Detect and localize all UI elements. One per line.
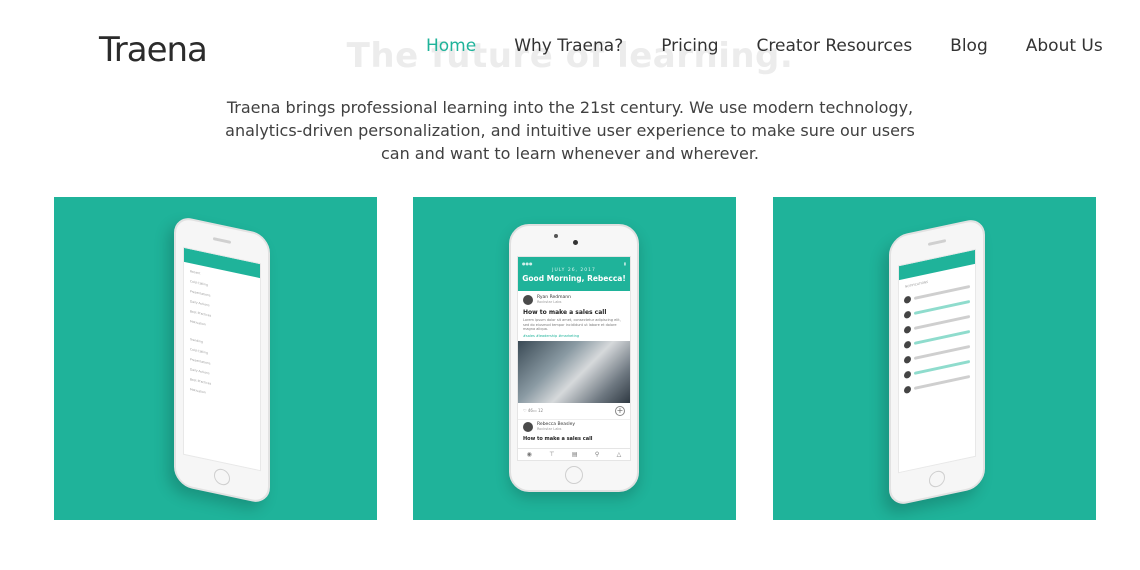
notification-text xyxy=(914,299,970,315)
notification-text xyxy=(914,329,970,345)
avatar xyxy=(904,325,911,335)
avatar xyxy=(523,295,533,305)
phone-mockup-notifications: NOTIFICATIONS xyxy=(889,216,985,508)
notification-text xyxy=(914,344,970,360)
author-name: Rebecca Beasley Rockstar Labs xyxy=(537,422,575,432)
trophy-icon: ⊤ xyxy=(549,451,555,458)
comment-icon: ▭ 12 xyxy=(532,408,544,413)
feed-header: ●●● ▮ JULY 26, 2017 Good Morning, Rebecca… xyxy=(518,257,630,291)
avatar xyxy=(904,295,911,305)
post-photo xyxy=(518,340,630,403)
nav-creator-resources[interactable]: Creator Resources xyxy=(757,36,913,56)
nav-about-us[interactable]: About Us xyxy=(1026,36,1103,56)
camera-icon xyxy=(554,234,558,238)
status-bar: ●●● ▮ xyxy=(522,261,626,266)
phone-screen: ●●● ▮ JULY 26, 2017 Good Morning, Rebecca… xyxy=(517,256,631,461)
phone-mockup-feed: ●●● ▮ JULY 26, 2017 Good Morning, Rebecca… xyxy=(509,224,639,492)
post-body: Lorem ipsum dolor sit amet, consectetur … xyxy=(523,318,621,331)
author-name-text: Rebecca Beasley xyxy=(537,421,576,427)
phone-card-notifications: NOTIFICATIONS xyxy=(773,197,1096,520)
avatar xyxy=(904,385,911,395)
nav-home[interactable]: Home xyxy=(426,36,476,56)
search-icon: ⚲ xyxy=(594,451,600,458)
phone-mockup-library: Recent Cold Calling Presentations Daily … xyxy=(174,214,270,506)
avatar xyxy=(523,421,533,432)
tab-bar: ◉ ⊤ ▤ ⚲ △ xyxy=(518,448,630,460)
post-actions: ♡ 46 ▭ 12 + xyxy=(518,403,630,419)
like-icon: ♡ 46 xyxy=(523,408,533,413)
phone-card-feed: ●●● ▮ JULY 26, 2017 Good Morning, Rebecca… xyxy=(413,197,736,520)
phone-screen: Recent Cold Calling Presentations Daily … xyxy=(183,246,261,472)
post-tags: #sales #leadership #marketing xyxy=(523,333,580,338)
phone-card-library: Recent Cold Calling Presentations Daily … xyxy=(54,197,377,520)
feed-post: Ryan Redmann Rockstar Labs How to make a… xyxy=(518,291,630,338)
camera-icon xyxy=(573,240,578,245)
post-author: Rebecca Beasley Rockstar Labs xyxy=(523,421,625,432)
avatar xyxy=(904,355,911,365)
author-role: Rockstar Labs xyxy=(537,300,562,304)
phone-screen: NOTIFICATIONS xyxy=(898,248,976,474)
avatar xyxy=(904,340,911,350)
avatar xyxy=(904,370,911,380)
feed-date: JULY 26, 2017 xyxy=(552,268,596,273)
main-nav: Home Why Traena? Pricing Creator Resourc… xyxy=(426,36,1103,56)
profile-icon: ◉ xyxy=(526,451,532,458)
notification-text xyxy=(914,359,970,375)
phone-speaker xyxy=(928,239,946,246)
avatar xyxy=(904,310,911,320)
author-role: Rockstar Labs xyxy=(537,426,562,431)
home-button-icon xyxy=(565,466,583,484)
comment-count: 12 xyxy=(538,408,544,413)
feed-post: Rebecca Beasley Rockstar Labs How to mak… xyxy=(518,418,630,444)
library-icon: ▤ xyxy=(571,451,578,458)
post-title: How to make a sales call xyxy=(523,309,607,316)
nav-blog[interactable]: Blog xyxy=(950,36,988,56)
add-icon: + xyxy=(615,405,625,416)
home-button-icon xyxy=(214,467,230,487)
author-name: Ryan Redmann Rockstar Labs xyxy=(537,295,571,305)
notification-text xyxy=(914,314,970,330)
post-title: How to make a sales call xyxy=(523,435,593,442)
nav-pricing[interactable]: Pricing xyxy=(661,36,718,56)
nav-why-traena[interactable]: Why Traena? xyxy=(514,36,623,56)
home-button-icon xyxy=(929,469,945,489)
notification-text xyxy=(914,284,970,300)
intro-text: Traena brings professional learning into… xyxy=(225,98,915,163)
phone-speaker xyxy=(213,237,231,244)
feed-greeting: Good Morning, Rebecca! xyxy=(522,274,626,283)
notification-text xyxy=(914,374,970,390)
bell-icon: △ xyxy=(616,451,622,458)
post-author: Ryan Redmann Rockstar Labs xyxy=(523,295,625,305)
